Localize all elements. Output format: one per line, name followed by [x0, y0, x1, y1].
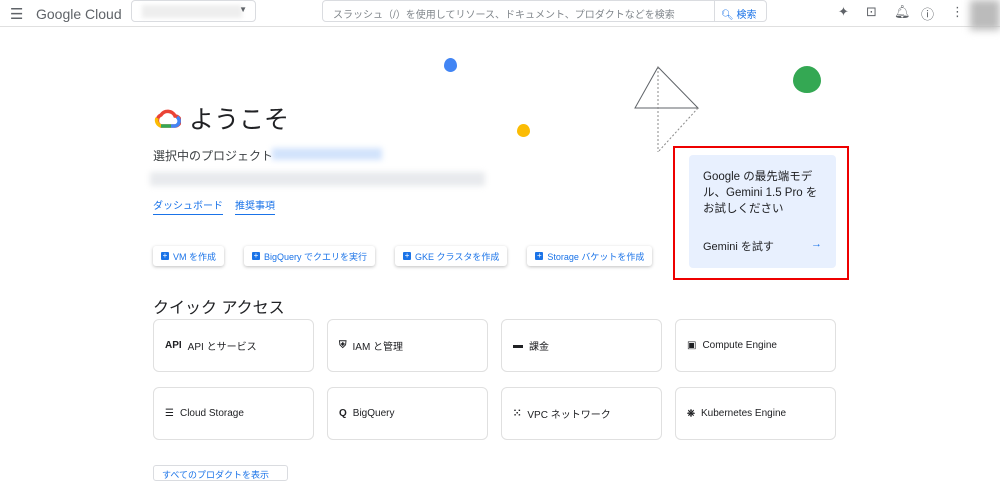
card-label: IAM と管理 [352, 342, 404, 353]
card-label: VPC ネットワーク [527, 410, 611, 421]
card-label: Compute Engine [702, 340, 777, 351]
quick-access-vpc[interactable]: ⁙ VPC ネットワーク [501, 387, 662, 440]
gemini-promo-highlight: Google の最先端モデル、Gemini 1.5 Pro をお試しください G… [673, 146, 849, 280]
storage-icon: ☰ [165, 408, 174, 419]
api-icon: API [165, 340, 182, 351]
top-bar: ☰ Google Cloud ▼ スラッシュ（/）を使用してリソース、ドキュメン… [0, 0, 1000, 30]
quick-access-billing[interactable]: ▬ 課金 [501, 319, 662, 372]
kubernetes-icon: ⎈ [687, 408, 695, 419]
quick-access-kubernetes[interactable]: ⎈ Kubernetes Engine [675, 387, 836, 440]
gemini-icon[interactable]: ✦ [838, 4, 849, 20]
promo-text: Google の最先端モデル、Gemini 1.5 Pro をお試しください [703, 171, 818, 215]
card-label: BigQuery [352, 408, 395, 419]
google-cloud-icon [154, 109, 181, 128]
project-info-redacted [150, 172, 485, 186]
terminal-icon[interactable]: ⊡ [866, 4, 877, 20]
action-label: GKE クラスタを作成 [415, 251, 500, 262]
chevron-down-icon: ▼ [239, 5, 247, 14]
action-label: BigQuery でクエリを実行 [264, 251, 368, 262]
action-label: Storage バケットを作成 [547, 251, 645, 262]
search-input[interactable]: スラッシュ（/）を使用してリソース、ドキュメント、プロダクトなどを検索 [323, 1, 714, 21]
try-gemini-label: Gemini を試す [703, 241, 774, 253]
plus-icon: + [535, 251, 544, 260]
quick-access-iam[interactable]: ⛨ IAM と管理 [327, 319, 488, 372]
billing-icon: ▬ [513, 340, 523, 351]
card-label: 課金 [529, 342, 549, 353]
search-bar[interactable]: スラッシュ（/）を使用してリソース、ドキュメント、プロダクトなどを検索 🔍︎ 検… [322, 0, 767, 22]
welcome-heading: ようこそ [153, 100, 289, 136]
chip-icon: ▣ [687, 340, 697, 351]
create-vm-button[interactable]: + VM を作成 [153, 246, 225, 266]
bell-icon[interactable]: 🔔︎ [894, 4, 911, 20]
search-button[interactable]: 🔍︎ 検索 [714, 1, 766, 21]
quick-access-api[interactable]: API API とサービス [153, 319, 314, 372]
quick-access-grid: API API とサービス ⛨ IAM と管理 ▬ 課金 ▣ Compute Engin… [153, 319, 836, 440]
project-name-redacted[interactable] [272, 148, 382, 160]
quick-access-cloud-storage[interactable]: ☰ Cloud Storage [153, 387, 314, 440]
more-icon[interactable]: ⋮ [951, 4, 964, 20]
avatar[interactable] [970, 0, 1000, 30]
dashboard-link[interactable]: ダッシュボード [153, 197, 223, 215]
welcome-links: ダッシュボード 推奨事項 [153, 197, 275, 215]
view-all-products-button[interactable]: すべてのプロダクトを表示 [153, 465, 288, 481]
action-label: VM を作成 [173, 251, 217, 262]
quick-actions: + VM を作成 + BigQuery でクエリを実行 + GKE クラスタを作成 +… [153, 246, 653, 266]
create-gke-cluster-button[interactable]: + GKE クラスタを作成 [395, 246, 508, 266]
arrow-right-icon: → [811, 238, 822, 250]
menu-icon[interactable]: ☰ [10, 5, 23, 23]
decor-triangle [634, 66, 700, 153]
network-icon: ⁙ [513, 408, 522, 419]
quick-access-compute-engine[interactable]: ▣ Compute Engine [675, 319, 836, 372]
shield-icon: ⛨ [339, 340, 347, 351]
recommendations-link[interactable]: 推奨事項 [235, 197, 275, 215]
project-selector[interactable]: ▼ [131, 0, 256, 22]
card-label: API とサービス [187, 342, 257, 353]
quick-access-bigquery[interactable]: Q BigQuery [327, 387, 488, 440]
selected-project-label: 選択中のプロジェクト [153, 149, 274, 163]
plus-icon: + [161, 251, 169, 260]
google-cloud-logo[interactable]: Google Cloud [36, 6, 122, 22]
bigquery-query-button[interactable]: + BigQuery でクエリを実行 [244, 246, 376, 266]
search-icon: 🔍︎ [721, 10, 734, 21]
help-icon[interactable]: ⓘ [921, 4, 934, 23]
bigquery-icon: Q [339, 408, 347, 419]
card-label: Cloud Storage [179, 408, 244, 419]
decor-blue-dot [444, 58, 457, 72]
create-storage-bucket-button[interactable]: + Storage バケットを作成 [527, 246, 653, 266]
search-button-label: 検索 [736, 10, 757, 21]
plus-icon: + [252, 251, 261, 260]
decor-green-dot [793, 66, 821, 93]
card-label: Kubernetes Engine [701, 408, 787, 419]
decor-yellow-dot [517, 124, 530, 137]
quick-access-title: クイック アクセス [153, 300, 285, 317]
try-gemini-button[interactable]: Gemini を試す → [703, 238, 822, 254]
gemini-promo-card: Google の最先端モデル、Gemini 1.5 Pro をお試しください G… [689, 155, 836, 268]
plus-icon: + [403, 251, 412, 260]
page-title: ようこそ [189, 106, 290, 134]
